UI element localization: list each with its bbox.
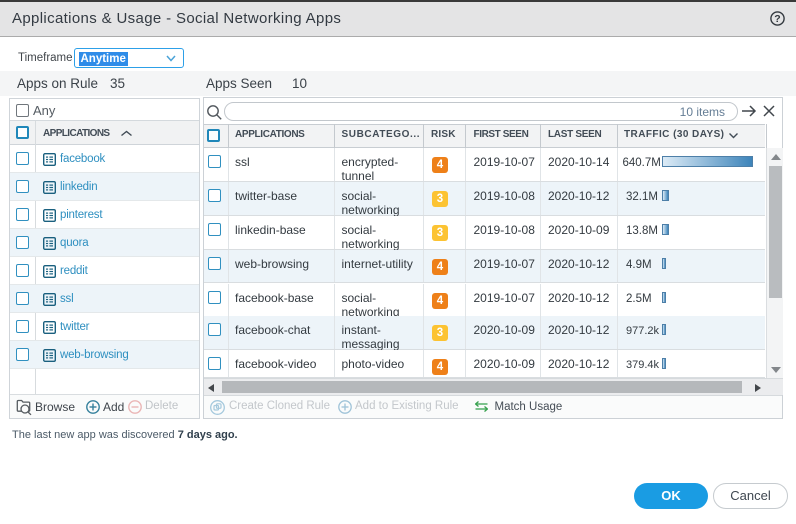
svg-text:?: ? — [774, 13, 780, 25]
